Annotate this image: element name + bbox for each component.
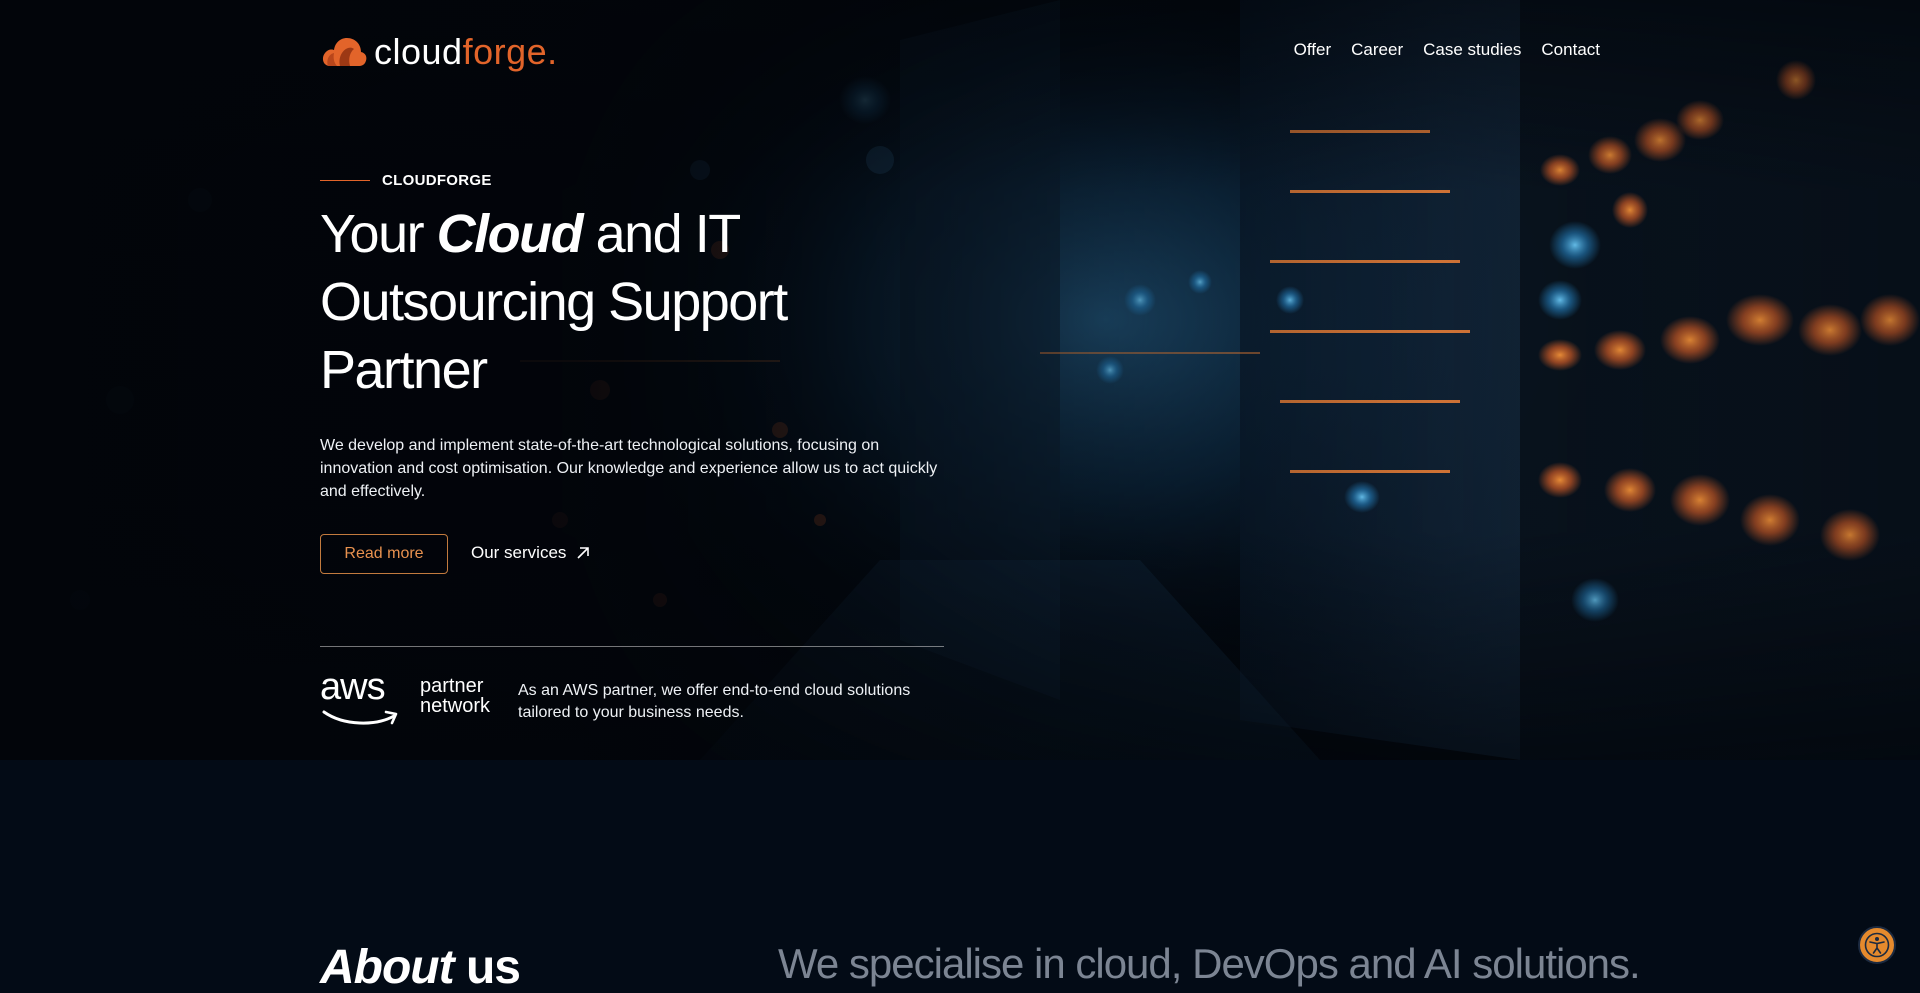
nav-case-studies[interactable]: Case studies [1423, 40, 1521, 60]
our-services-label: Our services [471, 543, 567, 562]
aws-partner-text: As an AWS partner, we offer end-to-end c… [518, 682, 911, 721]
accessibility-icon [1864, 932, 1890, 958]
headline-emphasis: Cloud [436, 204, 584, 264]
hero-section: cloudforge. Offer Career Case studies Co… [0, 0, 1920, 760]
aws-partner-block: aws partner network As an AWS partner, w… [320, 666, 958, 732]
headline-pre: Your [320, 204, 437, 264]
our-services-link[interactable]: Our services [471, 540, 590, 566]
about-title: About us [320, 941, 521, 993]
aws-wordmark: aws [320, 666, 386, 708]
nav-career[interactable]: Career [1351, 40, 1403, 60]
about-lead: We specialise in cloud, DevOps and AI so… [778, 940, 1641, 987]
logo-text: cloudforge. [374, 31, 558, 72]
accessibility-button[interactable] [1858, 926, 1896, 964]
about-section: About us We specialise in cloud, DevOps … [0, 760, 1920, 993]
nav-offer[interactable]: Offer [1294, 40, 1331, 60]
aws-partner-network-label: partner network [420, 675, 491, 717]
hero-headline: Your Cloud and IT Outsourcing Support Pa… [320, 200, 920, 404]
cloud-logo-icon [322, 38, 367, 66]
main-nav: Offer Career Case studies Contact [1294, 40, 1600, 60]
eyebrow-text: CLOUDFORGE [382, 172, 492, 189]
hero-eyebrow: CLOUDFORGE [320, 172, 492, 189]
arrow-up-right-icon [577, 547, 590, 559]
aws-partner-logo: aws partner network [320, 666, 496, 732]
hero-background-image [0, 0, 1920, 760]
aws-smile-icon [322, 710, 398, 725]
hero-divider [320, 646, 944, 647]
site-header: cloudforge. Offer Career Case studies Co… [0, 0, 1920, 104]
nav-contact[interactable]: Contact [1541, 40, 1600, 60]
eyebrow-line [320, 180, 370, 181]
site-logo[interactable]: cloudforge. [320, 30, 558, 74]
hero-lead: We develop and implement state-of-the-ar… [320, 437, 938, 500]
read-more-button[interactable]: Read more [320, 534, 448, 574]
